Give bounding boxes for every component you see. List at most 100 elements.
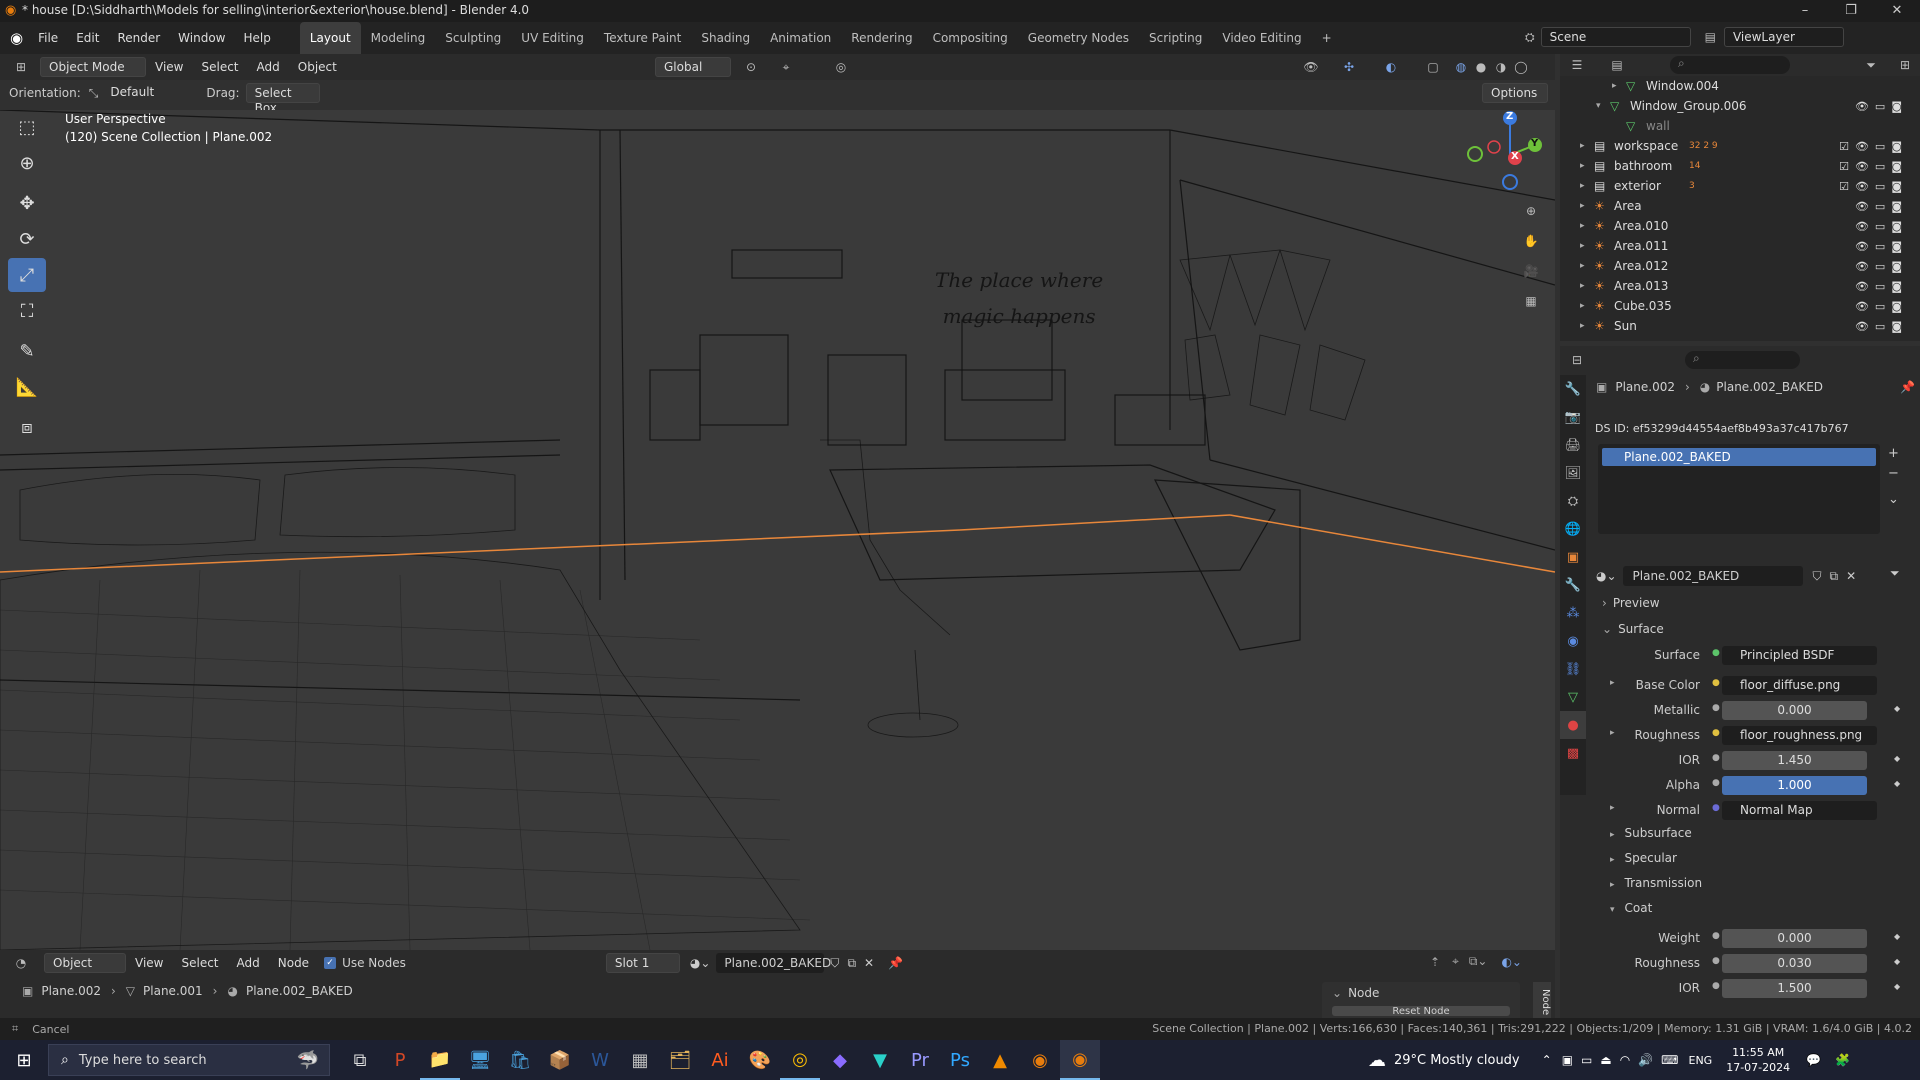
photoshop-icon[interactable]: Ps	[940, 1040, 980, 1080]
tab-sculpting[interactable]: Sculpting	[435, 22, 511, 54]
scale-tool-icon[interactable]: ⤢	[8, 258, 46, 292]
slot-selector[interactable]: Slot 1	[605, 953, 680, 973]
tab-texture-paint[interactable]: Texture Paint	[594, 22, 691, 54]
field-value[interactable]: 1.450	[1722, 751, 1867, 770]
language-indicator[interactable]: ENG	[1689, 1054, 1713, 1067]
rotate-tool-icon[interactable]: ⟳	[8, 222, 46, 256]
outliner-row[interactable]: ▸ ☀ Area.013 👁▭◙	[1560, 276, 1920, 296]
node-snap-icon[interactable]: ⌖	[1452, 954, 1459, 969]
menu-object[interactable]: Object	[289, 54, 346, 80]
physics-tab-icon[interactable]: ◉	[1560, 627, 1586, 655]
material-slots-list[interactable]: Plane.002_BAKED	[1598, 444, 1880, 534]
overlay-toggle-icon[interactable]: ◐	[1380, 56, 1402, 78]
gizmo-toggle-icon[interactable]: ✣	[1338, 56, 1360, 78]
node-menu-view[interactable]: View	[126, 950, 172, 976]
display-icon[interactable]: ▭	[1581, 1053, 1592, 1067]
outliner-search-input[interactable]: ⌕	[1670, 56, 1790, 74]
windows-start-icon[interactable]: ⊞	[4, 1040, 44, 1080]
tab-compositing[interactable]: Compositing	[923, 22, 1018, 54]
move-tool-icon[interactable]: ✥	[8, 186, 46, 220]
camera-view-icon[interactable]: 🎥	[1520, 260, 1542, 282]
socket-icon[interactable]: ●	[1712, 931, 1720, 941]
blender-menu-icon[interactable]: ◉	[10, 29, 23, 47]
options-dropdown[interactable]: Options	[1482, 83, 1548, 103]
expand-arrow-icon[interactable]: ▸	[1580, 241, 1585, 251]
node-material-browse-icon[interactable]: ◕⌄	[690, 956, 711, 970]
expand-arrow-icon[interactable]: ▸	[1580, 221, 1585, 231]
3d-viewport[interactable]: The place where magic happens User Persp…	[0, 110, 1555, 950]
visibility-toggle-icons[interactable]: 👁▭◙	[1855, 280, 1908, 293]
menu-select[interactable]: Select	[192, 54, 247, 80]
tab-uv-editing[interactable]: UV Editing	[511, 22, 594, 54]
field-value[interactable]: Principled BSDF	[1722, 646, 1877, 665]
properties-editor-icon[interactable]: ⊟	[1566, 349, 1588, 371]
task-view-icon[interactable]: ⧉	[340, 1040, 380, 1080]
solid-shading-icon[interactable]: ●	[1470, 56, 1492, 78]
vlc-icon[interactable]: ▲	[980, 1040, 1020, 1080]
node-menu-node[interactable]: Node	[269, 950, 318, 976]
tab-shading[interactable]: Shading	[691, 22, 760, 54]
visibility-toggle-icons[interactable]: 👁▭◙	[1855, 320, 1908, 333]
socket-icon[interactable]: ●	[1712, 956, 1720, 966]
app-window-icon[interactable]: ▦	[620, 1040, 660, 1080]
socket-icon[interactable]: ●	[1712, 778, 1720, 788]
outliner-row[interactable]: ▸ ▤ exterior 3 ☑👁▭◙	[1560, 176, 1920, 196]
reset-node-button[interactable]: Reset Node	[1332, 1006, 1510, 1016]
socket-icon[interactable]: ●	[1712, 728, 1720, 738]
snap-icon[interactable]: ⌖	[775, 56, 797, 78]
pivot-icon[interactable]: ⊙	[740, 56, 762, 78]
usb-icon[interactable]: ⏏	[1600, 1053, 1611, 1067]
orientation-selector[interactable]: Default	[102, 83, 193, 103]
tray-expand-icon[interactable]: ⌃	[1542, 1053, 1552, 1067]
node-unlink-icon[interactable]: ✕	[864, 956, 874, 970]
socket-icon[interactable]: ●	[1712, 753, 1720, 763]
drag-selector[interactable]: Select Box	[245, 83, 320, 115]
expand-arrow-icon[interactable]: ▸	[1612, 81, 1617, 91]
tab-scripting[interactable]: Scripting	[1139, 22, 1212, 54]
outliner-row[interactable]: ▾ ▽ Window_Group.006 👁▭◙	[1560, 96, 1920, 116]
display-mode-icon[interactable]: ▤	[1606, 54, 1628, 76]
premiere-icon[interactable]: Pr	[900, 1040, 940, 1080]
material-slot-item[interactable]: Plane.002_BAKED	[1602, 448, 1876, 466]
field-value[interactable]: floor_roughness.png	[1722, 726, 1877, 745]
field-value[interactable]: 0.000	[1722, 929, 1867, 948]
link-dropdown-icon[interactable]: ⏷	[1890, 566, 1900, 581]
outliner-row[interactable]: ▸ ☀ Area 👁▭◙	[1560, 196, 1920, 216]
outliner-row[interactable]: ▸ ▤ bathroom 14 ☑👁▭◙	[1560, 156, 1920, 176]
duplicate-material-icon[interactable]: ⧉	[1830, 569, 1839, 584]
scene-tab-icon[interactable]: ⛭	[1560, 487, 1586, 515]
field-value[interactable]: 1.500	[1722, 979, 1867, 998]
visibility-icon[interactable]: 👁	[1300, 56, 1322, 78]
expand-arrow-icon[interactable]: ▸	[1580, 201, 1585, 211]
weather-text[interactable]: 29°C Mostly cloudy	[1394, 1053, 1520, 1068]
expand-arrow-icon[interactable]: ▸	[1580, 141, 1585, 151]
material-browse-icon[interactable]: ◕⌄	[1596, 569, 1617, 583]
cursor-tool-icon[interactable]: ⊕	[8, 146, 46, 180]
keyframe-icon[interactable]: ◆	[1894, 932, 1900, 941]
node-side-tab[interactable]: Node	[1533, 982, 1551, 1022]
node-menu-select[interactable]: Select	[172, 950, 227, 976]
keyframe-icon[interactable]: ◆	[1894, 754, 1900, 763]
vectorizer-icon[interactable]: ▼	[860, 1040, 900, 1080]
parent-node-tree-icon[interactable]: ⇡	[1430, 955, 1440, 969]
paint-app-icon[interactable]: 🎨	[740, 1040, 780, 1080]
field-value[interactable]: floor_diffuse.png	[1722, 676, 1877, 695]
use-nodes-checkbox[interactable]: ✓	[324, 957, 337, 969]
node-panel-header[interactable]: ⌄ Node	[1322, 982, 1520, 1004]
data-tab-icon[interactable]: ▽	[1560, 683, 1586, 711]
transform-tool-icon[interactable]: ⛶	[8, 294, 46, 328]
tab-video-editing[interactable]: Video Editing	[1212, 22, 1311, 54]
properties-search-input[interactable]: ⌕	[1685, 351, 1800, 369]
visibility-toggle-icons[interactable]: 👁▭◙	[1855, 100, 1908, 113]
material-shading-icon[interactable]: ◑	[1490, 56, 1512, 78]
visibility-toggle-icons[interactable]: ☑👁▭◙	[1839, 180, 1908, 193]
wifi-icon[interactable]: ◠	[1620, 1053, 1630, 1067]
node-menu-add[interactable]: Add	[228, 950, 269, 976]
tab-animation[interactable]: Animation	[760, 22, 841, 54]
files-icon[interactable]: 🗂	[660, 1040, 700, 1080]
tab-rendering[interactable]: Rendering	[841, 22, 922, 54]
socket-icon[interactable]: ●	[1712, 981, 1720, 991]
view-layer-tab-icon[interactable]: 🖼	[1560, 459, 1586, 487]
powerpoint-icon[interactable]: P	[380, 1040, 420, 1080]
proportional-edit-icon[interactable]: ◎	[830, 56, 852, 78]
